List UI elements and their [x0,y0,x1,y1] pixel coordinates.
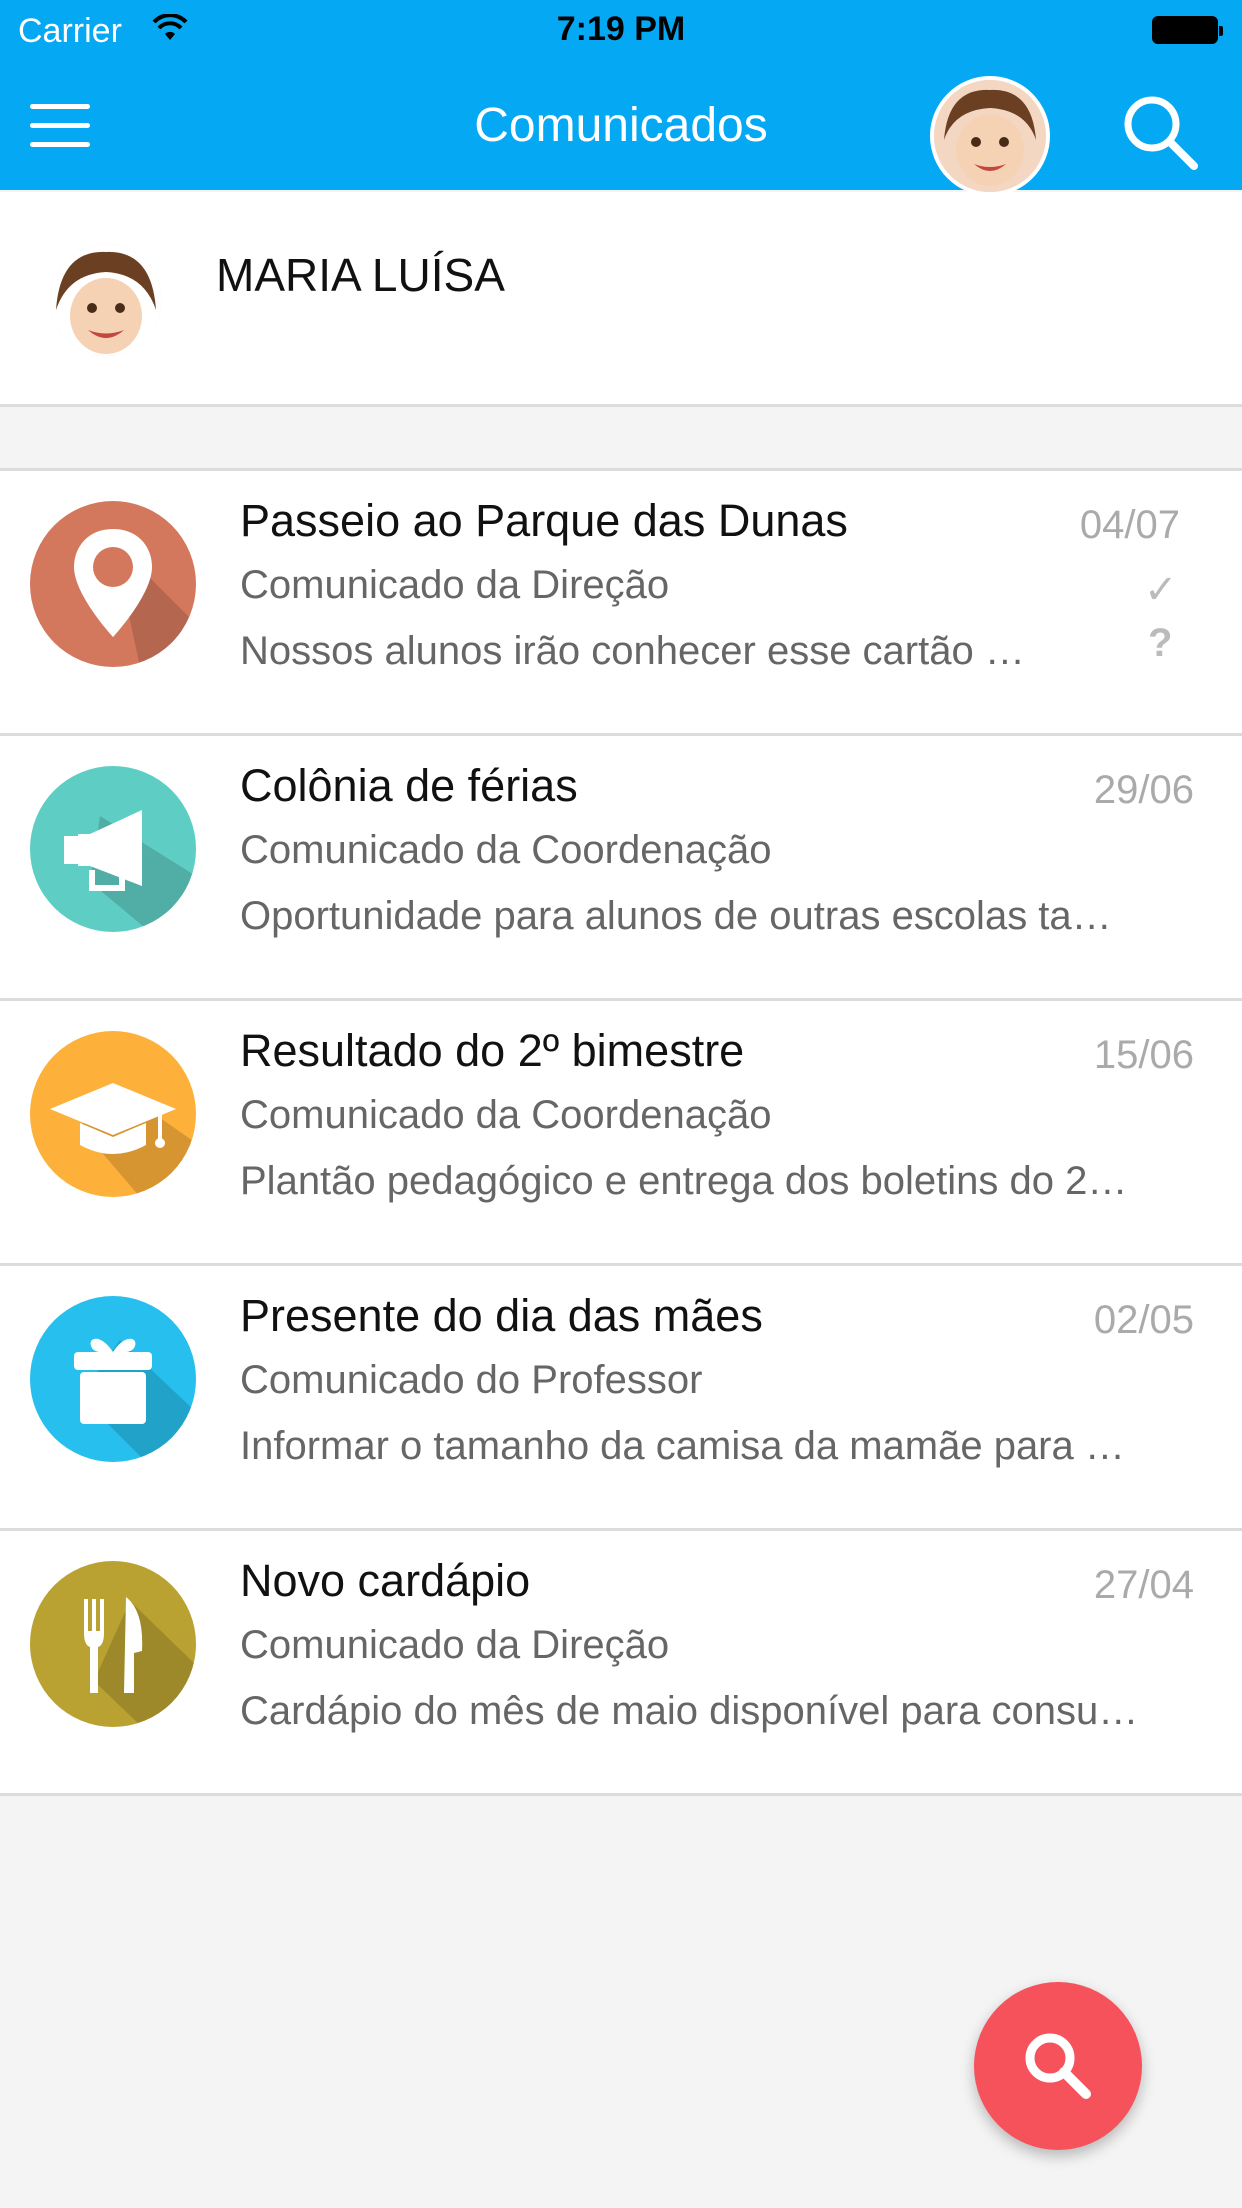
message-preview: Nossos alunos irão conhecer esse cartão … [240,629,1025,673]
location-pin-icon [30,501,196,667]
question-icon: ? [1148,621,1173,665]
graduation-cap-icon [30,1031,196,1197]
list-item[interactable]: Presente do dia das mães Comunicado do P… [0,1266,1242,1531]
megaphone-icon [30,766,196,932]
battery-icon [1152,16,1223,44]
message-sender: Comunicado do Professor [240,1358,703,1402]
message-sender: Comunicado da Direção [240,1623,670,1667]
list-item[interactable]: Resultado do 2º bimestre Comunicado da C… [0,1001,1242,1266]
message-date: 04/07 [1079,503,1180,547]
avatar[interactable] [930,76,1050,196]
gift-icon [30,1296,196,1462]
message-date: 27/04 [1093,1563,1194,1607]
student-avatar [50,244,162,356]
app-header: Carrier 7:19 PM Comunicados [0,0,1242,196]
message-preview: Plantão pedagógico e entrega dos boletin… [240,1159,1128,1203]
message-preview: Oportunidade para alunos de outras escol… [240,894,1112,938]
fork-knife-icon [30,1561,196,1727]
message-title: Novo cardápio [240,1555,531,1606]
page-title: Comunicados [474,99,768,152]
message-sender: Comunicado da Direção [240,563,670,607]
message-title: Passeio ao Parque das Dunas [240,495,848,546]
message-list: Passeio ao Parque das Dunas Comunicado d… [0,468,1242,1796]
search-fab-button[interactable] [974,1982,1142,2150]
message-date: 02/05 [1093,1298,1194,1342]
status-bar: Carrier 7:19 PM [0,0,1242,60]
student-name: MARIA LUÍSA [216,249,505,301]
student-card[interactable]: MARIA LUÍSA [0,192,1242,407]
message-title: Colônia de férias [240,760,578,811]
message-title: Resultado do 2º bimestre [240,1025,745,1076]
message-date: 29/06 [1093,768,1194,812]
list-item[interactable]: Novo cardápio Comunicado da Direção Card… [0,1531,1242,1796]
search-icon [1025,2033,1091,2099]
message-date: 15/06 [1093,1033,1194,1077]
message-preview: Informar o tamanho da camisa da mamãe pa… [240,1424,1125,1468]
message-title: Presente do dia das mães [240,1290,763,1341]
status-time: 7:19 PM [556,10,686,48]
list-item[interactable]: Colônia de férias Comunicado da Coordena… [0,736,1242,1001]
check-icon: ✓ [1144,568,1178,612]
message-preview: Cardápio do mês de maio disponível para … [240,1689,1139,1733]
search-icon[interactable] [1120,92,1200,172]
message-sender: Comunicado da Coordenação [240,828,772,872]
list-item[interactable]: Passeio ao Parque das Dunas Comunicado d… [0,471,1242,736]
message-sender: Comunicado da Coordenação [240,1093,772,1137]
